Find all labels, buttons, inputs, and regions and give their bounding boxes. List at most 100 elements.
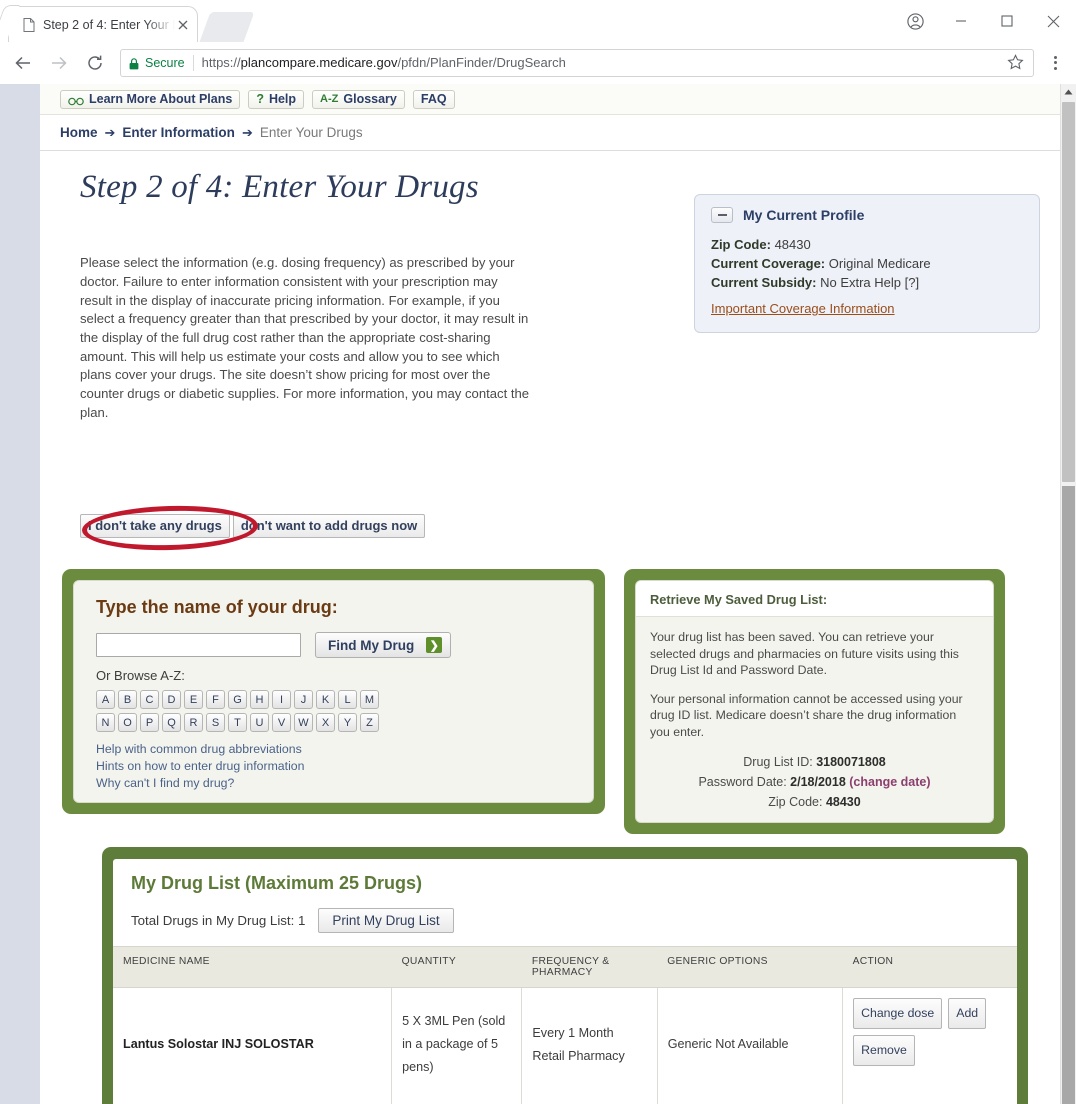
url-path: /pfdn/PlanFinder/DrugSearch: [397, 55, 566, 70]
az-row-2: N O P Q R S T U V W X Y Z: [96, 713, 571, 732]
profile-subsidy-row: Current Subsidy: No Extra Help [?]: [711, 273, 1023, 292]
question-mark-icon: ?: [256, 92, 264, 106]
window-controls: [892, 0, 1076, 42]
new-tab-placeholder[interactable]: [199, 12, 255, 42]
az-button-a[interactable]: A: [96, 690, 115, 709]
scrollbar-thumb[interactable]: [1062, 102, 1075, 482]
az-button-v[interactable]: V: [272, 713, 291, 732]
account-avatar-icon[interactable]: [892, 4, 938, 38]
az-button-b[interactable]: B: [118, 690, 137, 709]
breadcrumb-enter-information[interactable]: Enter Information: [122, 125, 235, 140]
cell-pharmacy: Retail Pharmacy: [532, 1048, 625, 1063]
important-coverage-information-link[interactable]: Important Coverage Information: [711, 301, 895, 316]
my-drug-list-panel: My Drug List (Maximum 25 Drugs) Total Dr…: [113, 859, 1017, 1104]
back-arrow-icon[interactable]: [6, 46, 40, 80]
nav-help[interactable]: ? Help: [248, 89, 305, 109]
nav-faq[interactable]: FAQ: [412, 89, 455, 109]
add-button[interactable]: Add: [948, 998, 987, 1029]
profile-coverage-value: Original Medicare: [828, 256, 931, 271]
az-button-r[interactable]: R: [184, 713, 203, 732]
breadcrumb-arrow-icon: ➔: [104, 124, 116, 140]
page-viewport: Learn More About Plans ? Help A-Z Glossa…: [0, 84, 1076, 1104]
page-scrollbar[interactable]: [1060, 84, 1076, 1104]
password-date-row: Password Date: 2/18/2018 (change date): [650, 772, 979, 792]
az-button-l[interactable]: L: [338, 690, 357, 709]
col-freq-line1: FREQUENCY &: [531, 956, 610, 967]
forward-arrow-icon[interactable]: [42, 46, 76, 80]
col-generic-options: GENERIC OPTIONS: [657, 946, 843, 988]
az-button-z[interactable]: Z: [360, 713, 379, 732]
drug-search-panel-frame: Type the name of your drug: Find My Drug…: [62, 569, 605, 814]
no-add-drugs-now-button[interactable]: don't want to add drugs now: [232, 514, 426, 538]
bookmark-star-icon[interactable]: [1007, 53, 1025, 72]
retrieve-zip-value: 48430: [825, 795, 861, 809]
tab-title: Step 2 of 4: Enter Your D: [43, 17, 175, 32]
scroll-up-arrow-icon[interactable]: [1061, 84, 1076, 100]
scrollbar-track-lower[interactable]: [1062, 486, 1075, 1104]
window-close-icon[interactable]: [1030, 4, 1076, 38]
az-button-s[interactable]: S: [206, 713, 225, 732]
profile-coverage-row: Current Coverage: Original Medicare: [711, 254, 1023, 273]
quick-action-buttons: I don't take any drugs don't want to add…: [80, 514, 426, 538]
breadcrumb: Home ➔ Enter Information ➔ Enter Your Dr…: [40, 115, 1060, 151]
link-why-cant-i-find-my-drug[interactable]: Why can't I find my drug?: [96, 775, 571, 792]
tab-close-icon[interactable]: [175, 17, 191, 33]
cell-frequency: Every 1 Month: [532, 1025, 614, 1040]
az-button-w[interactable]: W: [294, 713, 313, 732]
profile-zip-row: Zip Code: 48430: [711, 235, 1023, 254]
az-button-x[interactable]: X: [316, 713, 335, 732]
az-button-n[interactable]: N: [96, 713, 115, 732]
remove-button[interactable]: Remove: [853, 1035, 915, 1066]
a-z-icon: A-Z: [320, 93, 339, 105]
link-hints-enter-drug-info[interactable]: Hints on how to enter drug information: [96, 758, 571, 775]
nav-learn-more-about-plans[interactable]: Learn More About Plans: [60, 89, 241, 109]
az-button-d[interactable]: D: [162, 690, 181, 709]
minimize-icon[interactable]: [938, 4, 984, 38]
cell-quantity: 5 X 3ML Pen (sold in a package of 5 pens…: [391, 987, 523, 1104]
kebab-menu-icon[interactable]: [1044, 48, 1066, 78]
link-drug-abbreviations[interactable]: Help with common drug abbreviations: [96, 741, 571, 758]
retrieve-paragraph-2: Your personal information cannot be acce…: [650, 691, 963, 739]
az-button-j[interactable]: J: [294, 690, 313, 709]
az-button-g[interactable]: G: [228, 690, 247, 709]
find-my-drug-button[interactable]: Find My Drug ❯: [315, 632, 452, 658]
nav-label: Learn More About Plans: [89, 92, 233, 106]
az-button-o[interactable]: O: [118, 713, 137, 732]
search-line: Find My Drug ❯: [96, 632, 571, 658]
az-button-f[interactable]: F: [206, 690, 225, 709]
az-button-q[interactable]: Q: [162, 713, 181, 732]
az-button-i[interactable]: I: [272, 690, 291, 709]
no-drugs-button[interactable]: I don't take any drugs: [80, 514, 230, 538]
maximize-icon[interactable]: [984, 4, 1030, 38]
profile-title: My Current Profile: [743, 207, 865, 223]
glasses-icon: [68, 95, 84, 105]
minus-icon[interactable]: [711, 207, 733, 223]
url-host: plancompare.medicare.gov: [240, 55, 398, 70]
az-button-c[interactable]: C: [140, 690, 159, 709]
profile-zip-value: 48430: [774, 237, 811, 252]
az-button-y[interactable]: Y: [338, 713, 357, 732]
az-button-p[interactable]: P: [140, 713, 159, 732]
breadcrumb-home[interactable]: Home: [60, 125, 98, 140]
az-button-u[interactable]: U: [250, 713, 269, 732]
az-button-h[interactable]: H: [250, 690, 269, 709]
change-date-link[interactable]: (change date): [849, 775, 930, 789]
table-header-row: MEDICINE NAME QUANTITY FREQUENCY & PHARM…: [113, 946, 1017, 988]
col-freq-line2: PHARMACY: [531, 967, 593, 978]
change-dose-button[interactable]: Change dose: [853, 998, 943, 1029]
az-button-t[interactable]: T: [228, 713, 247, 732]
breadcrumb-arrow-icon: ➔: [241, 124, 253, 140]
drug-name-input[interactable]: [96, 633, 301, 657]
table-row: Lantus Solostar INJ SOLOSTAR 5 X 3ML Pen…: [113, 987, 1017, 1104]
az-button-k[interactable]: K: [316, 690, 335, 709]
nav-glossary[interactable]: A-Z Glossary: [312, 89, 405, 109]
retrieve-body: Your drug list has been saved. You can r…: [636, 617, 993, 822]
az-button-e[interactable]: E: [184, 690, 203, 709]
address-bar[interactable]: Secure https://plancompare.medicare.gov/…: [120, 48, 1034, 77]
az-button-m[interactable]: M: [360, 690, 379, 709]
print-my-drug-list-button[interactable]: Print My Drug List: [318, 908, 454, 933]
browser-tab[interactable]: Step 2 of 4: Enter Your D: [8, 6, 198, 42]
main-content: Step 2 of 4: Enter Your Drugs Please sel…: [40, 169, 1060, 1104]
my-current-profile-box: My Current Profile Zip Code: 48430 Curre…: [694, 194, 1040, 333]
reload-icon[interactable]: [78, 46, 112, 80]
